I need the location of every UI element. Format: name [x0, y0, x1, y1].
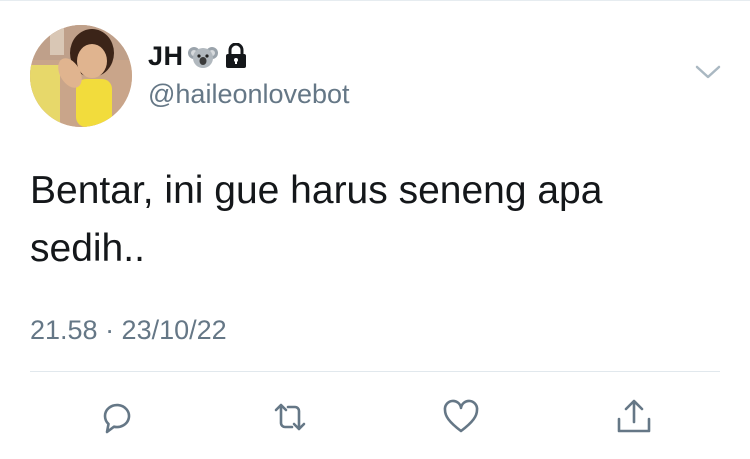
- tweet-text: Bentar, ini gue harus seneng apa sedih..: [30, 169, 603, 270]
- action-divider: [30, 371, 720, 372]
- avatar[interactable]: [30, 25, 132, 127]
- chevron-down-icon[interactable]: [694, 62, 722, 82]
- retweet-icon[interactable]: [270, 397, 310, 437]
- top-divider: [0, 0, 750, 1]
- user-handle[interactable]: @haileonlovebot: [148, 79, 350, 110]
- tweet-timestamp[interactable]: 21.58 · 23/10/22: [30, 315, 227, 346]
- koala-emoji-icon: [187, 41, 218, 71]
- reply-icon[interactable]: [97, 397, 137, 437]
- like-icon[interactable]: [441, 397, 481, 437]
- lock-icon: [224, 42, 248, 69]
- share-icon[interactable]: [614, 397, 654, 437]
- display-name[interactable]: JH: [148, 41, 184, 72]
- name-row: JH: [148, 38, 248, 74]
